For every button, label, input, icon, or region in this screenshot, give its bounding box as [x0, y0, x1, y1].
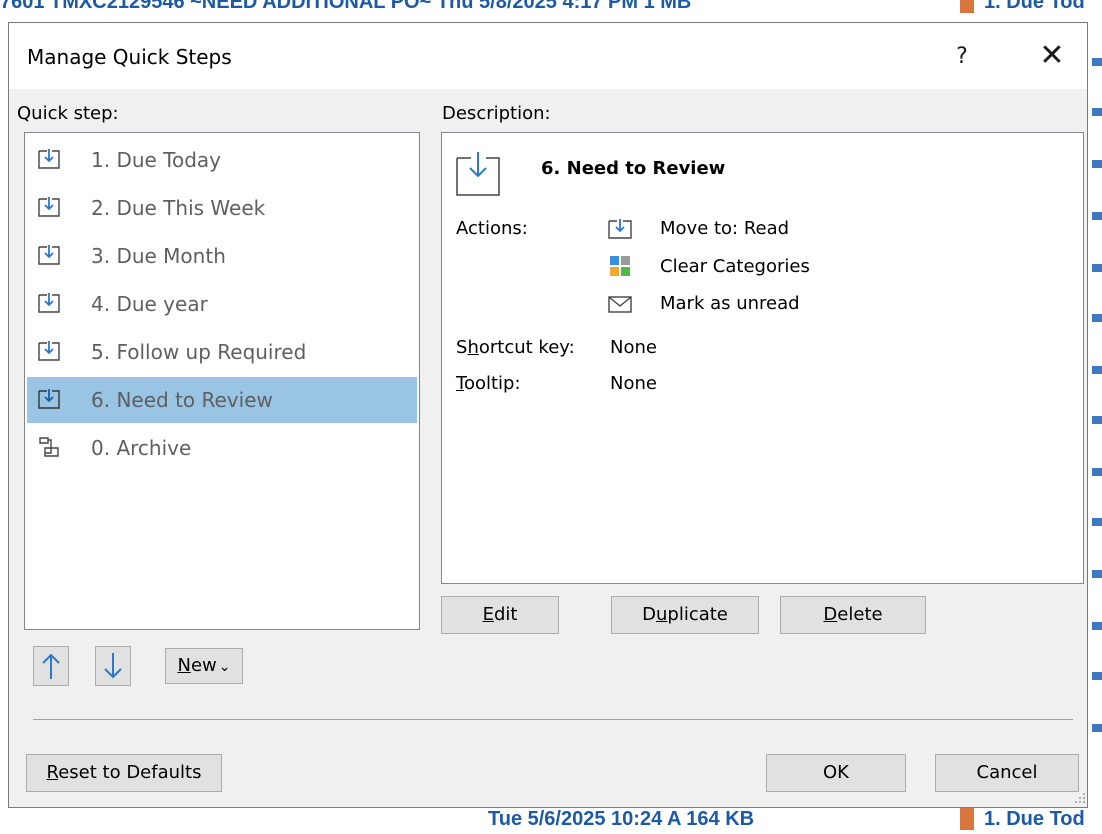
background-mail-row-bottom: Tue 5/6/2025 10:24 A 164 KB 1. Due Tod — [0, 808, 1102, 834]
background-mail-subject: 7601 TMXC2129546 ~NEED ADDITIONAL PO~ Th… — [0, 0, 692, 13]
description-panel: 6. Need to Review Actions: Move to: Read… — [441, 132, 1084, 584]
background-mail-subject: Tue 5/6/2025 10:24 A 164 KB — [488, 808, 755, 830]
dialog-title: Manage Quick Steps — [27, 45, 232, 69]
label-part: S — [456, 337, 468, 358]
quick-step-item[interactable]: 5. Follow up Required — [27, 329, 417, 375]
quick-step-item-selected[interactable]: 6. Need to Review — [27, 377, 417, 423]
category-color-icon — [960, 0, 974, 13]
move-to-folder-icon — [38, 389, 60, 409]
button-label: plicate — [667, 604, 728, 625]
category-color-icon — [960, 808, 974, 830]
action-label: Clear Categories — [660, 256, 810, 277]
close-button[interactable]: ✕ — [1031, 37, 1073, 77]
quick-step-item-label: 0. Archive — [91, 436, 192, 460]
flag-marker — [1092, 58, 1102, 66]
flag-marker — [1092, 314, 1102, 322]
quick-step-item-label: 1. Due Today — [91, 148, 222, 172]
reset-to-defaults-button[interactable]: Reset to Defaults — [26, 754, 222, 792]
flag-marker — [1092, 622, 1102, 630]
quick-step-item[interactable]: 0. Archive — [27, 425, 417, 471]
quick-step-item[interactable]: 1. Due Today — [27, 137, 417, 183]
flag-marker — [1092, 468, 1102, 476]
quick-step-item[interactable]: 4. Due year — [27, 281, 417, 327]
button-label: ew — [190, 655, 217, 676]
actions-label: Actions: — [456, 218, 528, 239]
quick-step-item[interactable]: 2. Due This Week — [27, 185, 417, 231]
label-part: ooltip: — [463, 373, 521, 394]
access-key: u — [655, 604, 668, 625]
move-to-folder-icon — [608, 219, 632, 239]
quick-step-list[interactable]: 1. Due Today 2. Due This Week 3. Due Mon… — [24, 132, 420, 630]
access-key: D — [823, 604, 838, 625]
divider — [33, 719, 1073, 720]
flag-marker — [1092, 518, 1102, 526]
action-label: Move to: Read — [660, 218, 790, 239]
action-label: Mark as unread — [660, 293, 800, 314]
description-label: Description: — [442, 103, 551, 124]
envelope-icon — [608, 296, 632, 313]
button-label: eset to Defaults — [58, 762, 202, 783]
shortcut-key-label: Shortcut key: — [456, 337, 575, 358]
shortcut-key-value: None — [610, 337, 657, 358]
arrow-down-icon — [104, 653, 122, 679]
background-mail-row-top: 7601 TMXC2129546 ~NEED ADDITIONAL PO~ Th… — [0, 0, 1102, 17]
flag-marker — [1092, 366, 1102, 374]
flag-marker — [1092, 264, 1102, 272]
quick-step-item-label: 4. Due year — [91, 292, 208, 316]
flag-marker — [1092, 570, 1102, 578]
flag-marker — [1092, 672, 1102, 680]
tooltip-value: None — [610, 373, 657, 394]
move-up-button[interactable] — [33, 646, 69, 686]
resize-grip-icon[interactable] — [1073, 791, 1087, 805]
delete-button[interactable]: Delete — [780, 596, 926, 634]
move-down-button[interactable] — [95, 646, 131, 686]
flag-marker — [1092, 160, 1102, 168]
quick-step-item[interactable]: 3. Due Month — [27, 233, 417, 279]
quick-step-label: Quick step: — [17, 103, 119, 124]
chevron-down-icon: ⌄ — [218, 659, 231, 675]
button-label: D — [642, 604, 656, 625]
background-list-edge — [1088, 18, 1102, 808]
cancel-button[interactable]: Cancel — [935, 754, 1079, 792]
manage-quick-steps-dialog: Manage Quick Steps ? ✕ Quick step: Descr… — [8, 22, 1088, 808]
access-key: R — [46, 762, 59, 783]
flag-marker — [1092, 724, 1102, 732]
dialog-titlebar: Manage Quick Steps ? ✕ — [9, 23, 1087, 89]
button-label: dit — [493, 604, 518, 625]
flag-marker — [1092, 416, 1102, 424]
move-to-folder-icon — [38, 197, 60, 217]
access-key: E — [482, 604, 494, 625]
background-category-label: 1. Due Tod — [984, 0, 1085, 13]
label-part: ortcut key: — [478, 337, 575, 358]
new-button[interactable]: New ⌄ — [165, 648, 243, 684]
move-to-folder-icon — [38, 245, 60, 265]
button-label: elete — [837, 604, 883, 625]
access-key: h — [467, 337, 479, 358]
flag-marker — [1092, 212, 1102, 220]
arrow-up-icon — [42, 653, 60, 679]
access-key: T — [456, 373, 464, 394]
edit-button[interactable]: Edit — [441, 596, 559, 634]
tooltip-label: Tooltip: — [456, 373, 521, 394]
access-key: N — [177, 655, 191, 676]
quick-step-item-label: 5. Follow up Required — [91, 340, 307, 364]
move-to-folder-icon — [38, 293, 60, 313]
background-category-label: 1. Due Tod — [984, 808, 1085, 830]
quick-step-title: 6. Need to Review — [541, 158, 726, 179]
ok-button[interactable]: OK — [766, 754, 906, 792]
move-to-folder-icon — [38, 149, 60, 169]
duplicate-button[interactable]: Duplicate — [611, 596, 759, 634]
move-to-folder-icon — [38, 341, 60, 361]
archive-icon — [39, 437, 59, 457]
categories-icon — [610, 256, 630, 276]
quick-step-item-label: 3. Due Month — [91, 244, 226, 268]
background-category: 1. Due Tod — [960, 0, 1085, 14]
move-to-folder-icon — [456, 152, 500, 196]
quick-step-item-label: 2. Due This Week — [91, 196, 266, 220]
help-button[interactable]: ? — [941, 37, 983, 77]
quick-step-item-label: 6. Need to Review — [91, 388, 273, 412]
background-category: 1. Due Tod — [960, 808, 1085, 831]
flag-marker — [1092, 108, 1102, 116]
